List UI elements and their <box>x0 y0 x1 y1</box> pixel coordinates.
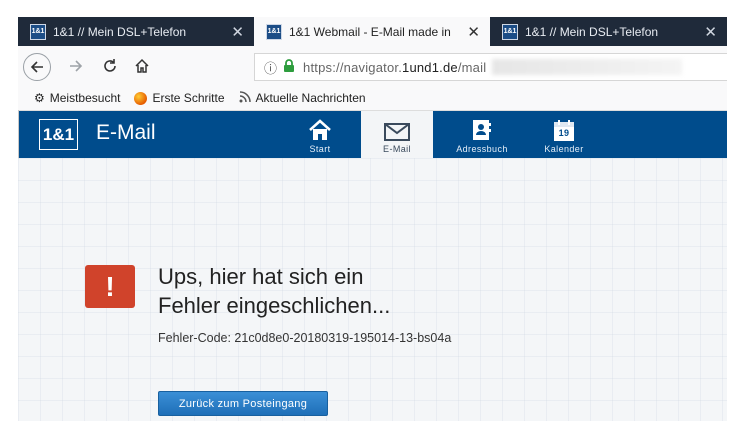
error-code: Fehler-Code: 21c0d8e0-20180319-195014-13… <box>158 331 452 345</box>
tab-dsl-1[interactable]: 1&1 1&1 // Mein DSL+Telefon ✕ <box>18 17 254 46</box>
nav-label: Kalender <box>544 144 584 154</box>
url-bar[interactable]: ⓘ https://navigator.1und1.de/mail <box>254 53 727 81</box>
nav-label: E-Mail <box>383 144 411 154</box>
arrow-left-icon <box>30 61 43 73</box>
envelope-icon <box>384 123 410 141</box>
bookmarks-bar: ⚙ Meistbesucht Erste Schritte Aktuelle N… <box>18 86 727 111</box>
tab-favicon: 1&1 <box>30 23 46 40</box>
reload-button[interactable] <box>96 52 124 80</box>
tab-title: 1&1 // Mein DSL+Telefon <box>53 24 187 39</box>
firefox-icon <box>134 91 148 105</box>
error-page: ! Ups, hier hat sich ein Fehler eingesch… <box>18 158 727 421</box>
calendar-icon: 19 <box>554 120 574 141</box>
contacts-icon <box>473 120 491 140</box>
tab-webmail[interactable]: 1&1 1&1 Webmail - E-Mail made in ✕ <box>254 17 490 46</box>
bookmark-aktuelle-nachrichten[interactable]: Aktuelle Nachrichten <box>239 90 366 106</box>
nav-label: Start <box>309 144 331 154</box>
nav-kalender[interactable]: 19 Kalender <box>528 111 600 158</box>
tab-title: 1&1 // Mein DSL+Telefon <box>525 24 659 39</box>
url-text: https://navigator.1und1.de/mail <box>303 59 487 75</box>
bookmark-meistbesucht[interactable]: ⚙ Meistbesucht <box>34 91 120 105</box>
nav-adressbuch[interactable]: Adressbuch <box>446 111 518 158</box>
lock-icon[interactable] <box>283 59 295 75</box>
back-to-inbox-button[interactable]: Zurück zum Posteingang <box>158 391 328 416</box>
nav-email[interactable]: E-Mail <box>361 111 433 158</box>
rss-icon <box>239 90 251 106</box>
bookmark-erste-schritte[interactable]: Erste Schritte <box>134 91 225 105</box>
brand-logo[interactable]: 1&1 <box>39 119 78 150</box>
bookmark-label: Aktuelle Nachrichten <box>255 91 366 105</box>
close-icon[interactable]: ✕ <box>704 23 717 41</box>
nav-label: Adressbuch <box>456 144 508 154</box>
app-title: E-Mail <box>96 121 156 144</box>
tab-title: 1&1 Webmail - E-Mail made in <box>289 24 451 39</box>
tab-favicon: 1&1 <box>266 23 282 40</box>
arrow-right-icon <box>70 60 83 72</box>
headline-line-1: Ups, hier hat sich ein <box>158 264 364 289</box>
tab-dsl-2[interactable]: 1&1 1&1 // Mein DSL+Telefon ✕ <box>490 17 727 46</box>
back-button[interactable] <box>23 53 51 81</box>
warning-icon: ! <box>85 265 135 308</box>
headline-line-2: Fehler eingeschlichen... <box>158 293 391 318</box>
home-icon <box>309 119 331 140</box>
forward-button[interactable] <box>62 52 90 80</box>
info-icon[interactable]: ⓘ <box>264 58 277 77</box>
url-redacted <box>492 59 683 75</box>
reload-icon <box>104 59 116 72</box>
bookmark-label: Erste Schritte <box>152 91 225 105</box>
calendar-day: 19 <box>558 128 570 138</box>
close-icon[interactable]: ✕ <box>231 23 244 41</box>
gear-icon: ⚙ <box>34 91 45 105</box>
bookmark-label: Meistbesucht <box>49 91 121 105</box>
tab-favicon: 1&1 <box>502 23 518 40</box>
close-icon[interactable]: ✕ <box>467 23 480 41</box>
browser-window: 1&1 1&1 // Mein DSL+Telefon ✕ 1&1 1&1 We… <box>18 17 727 421</box>
home-icon <box>135 58 149 73</box>
home-button[interactable] <box>128 52 156 80</box>
nav-start[interactable]: Start <box>284 111 356 158</box>
tab-bar: 1&1 1&1 // Mein DSL+Telefon ✕ 1&1 1&1 We… <box>18 17 727 46</box>
navigation-bar: ⓘ https://navigator.1und1.de/mail <box>18 46 727 86</box>
error-headline: Ups, hier hat sich ein Fehler eingeschli… <box>158 262 538 320</box>
app-header: 1&1 E-Mail Start E-Mail Adressbuch 19 Ka… <box>18 111 727 158</box>
